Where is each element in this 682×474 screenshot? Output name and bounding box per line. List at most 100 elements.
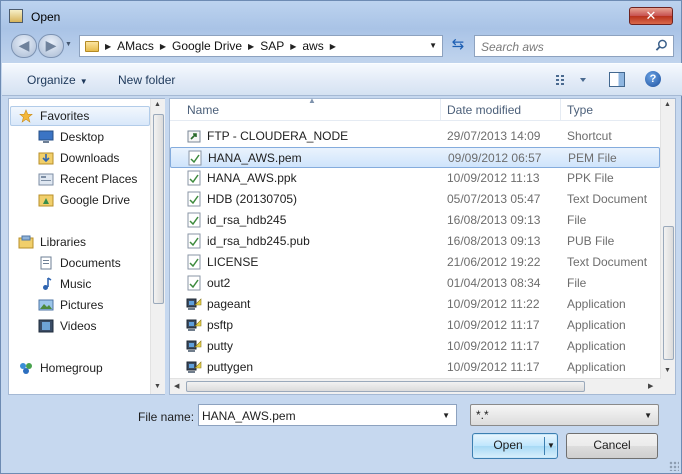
nav-item-music[interactable]: Music: [38, 275, 91, 293]
file-name-cell: FTP - CLOUDERA_NODE: [207, 129, 349, 143]
date-modified-cell: 16/08/2013 09:13: [447, 213, 541, 227]
organize-button[interactable]: Organize ▼: [27, 73, 88, 87]
app-icon: [186, 359, 202, 375]
back-arrow-icon: ◀: [18, 37, 30, 53]
file-name-cell: putty: [207, 339, 234, 353]
table-row[interactable]: HDB (20130705) 05/07/2013 05:47 Text Docum…: [170, 189, 660, 210]
search-box[interactable]: [474, 35, 674, 57]
nav-item-recent-places[interactable]: Recent Places: [38, 170, 137, 188]
table-row[interactable]: HANA_AWS.ppk 10/09/2012 11:13 PPK File: [170, 168, 660, 189]
table-row[interactable]: psftp 10/09/2012 11:17 Application: [170, 315, 660, 336]
file-hscroll-thumb[interactable]: [186, 381, 585, 392]
table-row[interactable]: id_rsa_hdb245.pub 16/08/2013 09:13 PUB Fil…: [170, 231, 660, 252]
libraries-icon: [18, 235, 34, 249]
nav-item-label: Music: [60, 277, 92, 291]
resize-grip[interactable]: [669, 461, 679, 471]
refresh-button[interactable]: ⇆: [447, 35, 469, 57]
breadcrumb-amacs[interactable]: AMacs: [117, 39, 154, 53]
address-bar[interactable]: ▶ AMacs ▶ Google Drive ▶ SAP ▶ aws ▶ ▼: [79, 35, 443, 57]
scroll-right-icon[interactable]: ▶: [648, 382, 653, 390]
breadcrumb-chevron-icon[interactable]: ▶: [248, 42, 254, 51]
file-list: ▲ Name Date modified Type FTP - CLOUDERA…: [169, 96, 676, 395]
file-icon: [186, 233, 202, 249]
table-row[interactable]: pageant 10/09/2012 11:22 Application: [170, 294, 660, 315]
preview-pane-icon[interactable]: [609, 72, 625, 87]
nav-scroll-thumb[interactable]: [153, 114, 164, 304]
recent-locations-dropdown[interactable]: ▼: [65, 41, 75, 51]
close-button[interactable]: ✕: [629, 7, 673, 25]
scroll-up-icon[interactable]: ▲: [154, 101, 161, 108]
search-icon[interactable]: [655, 39, 668, 52]
column-divider[interactable]: [440, 99, 441, 121]
scroll-down-icon[interactable]: ▼: [154, 383, 161, 390]
star-icon: [19, 109, 33, 123]
file-icon: [186, 170, 202, 186]
breadcrumb-chevron-icon[interactable]: ▶: [330, 42, 336, 51]
open-split-divider: [544, 437, 545, 455]
dialog-app-icon: [9, 9, 23, 23]
file-name-cell: HDB (20130705): [207, 192, 298, 206]
forward-button[interactable]: ▶: [38, 34, 64, 58]
file-name-cell: LICENSE: [207, 255, 259, 269]
table-row[interactable]: puttygen 10/09/2012 11:17 Application: [170, 357, 660, 378]
file-type-value: *.*: [476, 408, 489, 422]
file-type-select[interactable]: *.* ▼: [470, 404, 659, 426]
address-dropdown-icon[interactable]: ▼: [429, 41, 437, 50]
file-name-field[interactable]: ▼: [198, 404, 457, 426]
back-button[interactable]: ◀: [11, 34, 37, 58]
nav-item-pictures[interactable]: Pictures: [38, 296, 103, 314]
file-name-label: File name:: [138, 410, 195, 424]
table-row[interactable]: FTP - CLOUDERA_NODE 29/07/2013 14:09 Short…: [170, 126, 660, 147]
breadcrumb-chevron-icon[interactable]: ▶: [290, 42, 296, 51]
scroll-left-icon[interactable]: ◀: [174, 382, 179, 390]
nav-libraries-label: Libraries: [40, 235, 87, 249]
help-icon[interactable]: ?: [645, 71, 661, 87]
file-vscroll-thumb[interactable]: [663, 226, 674, 360]
app-icon: [186, 317, 202, 333]
nav-item-downloads[interactable]: Downloads: [38, 149, 119, 167]
table-row[interactable]: putty 10/09/2012 11:17 Application: [170, 336, 660, 357]
breadcrumb-google-drive[interactable]: Google Drive: [172, 39, 242, 53]
change-view-button[interactable]: [554, 72, 590, 88]
file-name-cell: psftp: [207, 318, 234, 332]
scroll-down-icon[interactable]: ▼: [664, 367, 671, 374]
nav-item-documents[interactable]: Documents: [38, 254, 121, 272]
scroll-up-icon[interactable]: ▲: [664, 101, 671, 108]
table-row[interactable]: HANA_AWS.pem 09/09/2012 06:57 PEM File: [170, 147, 660, 168]
cancel-button[interactable]: Cancel: [566, 433, 658, 459]
nav-item-label: Google Drive: [60, 193, 131, 207]
title-bar[interactable]: Open ✕: [1, 1, 681, 29]
breadcrumb-chevron-icon[interactable]: ▶: [105, 42, 111, 51]
table-row[interactable]: out2 01/04/2013 08:34 File: [170, 273, 660, 294]
date-modified-cell: 10/09/2012 11:17: [447, 339, 540, 353]
column-date-modified[interactable]: Date modified: [447, 103, 521, 117]
column-type[interactable]: Type: [567, 103, 593, 117]
nav-scrollbar[interactable]: ▲ ▼: [150, 99, 165, 394]
file-vertical-scrollbar[interactable]: ▲ ▼: [660, 99, 675, 379]
column-name[interactable]: Name: [187, 103, 219, 117]
new-folder-button[interactable]: New folder: [118, 73, 175, 87]
scrollbar-corner: [660, 379, 675, 394]
open-button[interactable]: Open ▼: [472, 433, 558, 459]
nav-item-videos[interactable]: Videos: [38, 317, 96, 335]
app-icon: [186, 296, 202, 312]
table-row[interactable]: LICENSE 21/06/2012 19:22 Text Document: [170, 252, 660, 273]
chevron-down-icon[interactable]: ▼: [442, 411, 450, 420]
nav-item-desktop[interactable]: Desktop: [38, 128, 104, 146]
search-input[interactable]: [481, 39, 651, 54]
file-type-cell: PUB File: [567, 234, 615, 248]
breadcrumb-aws[interactable]: aws: [302, 39, 323, 53]
homegroup-icon: [20, 363, 32, 374]
column-divider[interactable]: [560, 99, 561, 121]
nav-item-google-drive[interactable]: Google Drive: [38, 191, 130, 209]
table-row[interactable]: id_rsa_hdb245 16/08/2013 09:13 File: [170, 210, 660, 231]
file-name-input[interactable]: [202, 408, 432, 423]
file-name-cell: HANA_AWS.pem: [208, 151, 302, 165]
breadcrumb-sap[interactable]: SAP: [260, 39, 284, 53]
open-options-dropdown-icon[interactable]: ▼: [547, 434, 555, 457]
nav-homegroup[interactable]: Homegroup: [18, 359, 103, 377]
nav-favorites[interactable]: Favorites: [18, 107, 89, 125]
nav-libraries[interactable]: Libraries: [18, 233, 86, 251]
breadcrumb-chevron-icon[interactable]: ▶: [160, 42, 166, 51]
file-horizontal-scrollbar[interactable]: ◀ ▶: [170, 378, 660, 394]
